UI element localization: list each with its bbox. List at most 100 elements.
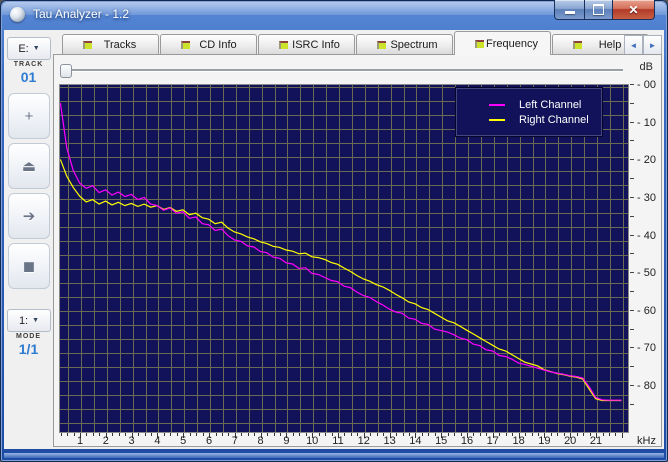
slider-track[interactable] [62, 69, 623, 72]
x-minor-tick [138, 433, 140, 436]
x-minor-tick [370, 433, 372, 436]
chart-canvas [60, 85, 628, 432]
x-minor-tick [344, 433, 346, 436]
tab-indicator-icon [181, 41, 190, 49]
x-minor-tick [583, 433, 585, 436]
mode-label: MODE [16, 333, 41, 340]
legend-line-sample [489, 103, 505, 106]
tab-spectrum[interactable]: Spectrum [356, 34, 453, 55]
tab-label: Tracks [103, 39, 137, 51]
tab-frequency[interactable]: Frequency [454, 31, 551, 55]
next-button[interactable]: ➔ [8, 193, 50, 239]
x-minor-tick [163, 433, 165, 436]
drive-selector[interactable]: E: ▼ [7, 37, 51, 60]
x-minor-tick [267, 433, 269, 436]
tab-indicator-icon [475, 39, 484, 48]
x-tick-label: 5 [180, 435, 187, 447]
x-tick-label: 17 [486, 435, 499, 447]
tab-tracks[interactable]: Tracks [62, 34, 159, 55]
x-minor-tick [86, 433, 88, 436]
x-tick-label: 11 [332, 435, 344, 447]
eject-icon: ⏏ [21, 158, 37, 175]
tab-label: Frequency [486, 37, 538, 50]
x-tick [621, 433, 623, 438]
zoom-slider[interactable] [60, 63, 625, 78]
y-axis-unit-label: dB [639, 61, 653, 73]
window-content: E: ▼ TRACK 01 + ⏏ ➔ ◼ 1: ▼ MODE 1/1 Tracks C… [4, 30, 664, 449]
x-minor-tick [247, 433, 249, 436]
plot-background [60, 85, 628, 432]
x-minor-tick [531, 433, 533, 436]
drive-selector-value: E: [18, 42, 29, 55]
x-minor-tick [118, 433, 120, 436]
x-minor-tick [170, 433, 172, 436]
x-minor-tick [92, 433, 94, 436]
x-tick-label: 8 [257, 435, 264, 447]
x-minor-tick [447, 433, 449, 436]
x-minor-tick [99, 433, 101, 436]
maximize-icon [593, 4, 604, 15]
x-tick-label: 15 [435, 435, 448, 447]
stop-button[interactable]: ◼ [8, 243, 50, 289]
mode-selector[interactable]: 1: ▼ [7, 309, 51, 332]
x-minor-tick [280, 433, 281, 436]
close-icon: ✕ [628, 2, 639, 17]
window-bottom-border [4, 453, 664, 458]
x-minor-tick [241, 433, 243, 436]
chevron-down-icon: ▼ [32, 45, 40, 52]
tab-indicator-icon [573, 41, 582, 49]
tab-scroll-left-button[interactable]: ◄ [624, 35, 643, 55]
chevron-down-icon: ▼ [32, 317, 40, 324]
window-title: Tau Analyzer - 1.2 [33, 7, 130, 21]
track-number: 01 [20, 69, 37, 85]
tab-indicator-icon [377, 41, 386, 49]
add-button[interactable]: + [8, 93, 50, 139]
x-tick-label: 12 [357, 435, 370, 447]
x-tick-label: 20 [564, 435, 577, 447]
minimize-icon [564, 11, 575, 14]
eject-button[interactable]: ⏏ [8, 143, 50, 189]
x-minor-tick [505, 433, 507, 436]
x-minor-tick [176, 433, 178, 436]
legend-entry: Right Channel [457, 114, 601, 126]
x-minor-tick [73, 433, 75, 436]
tab-isrc-info[interactable]: ISRC Info [258, 34, 355, 55]
x-tick-label: 7 [231, 435, 238, 447]
tab-cd-info[interactable]: CD Info [160, 34, 257, 55]
x-minor-tick [202, 433, 204, 436]
sidebar: E: ▼ TRACK 01 + ⏏ ➔ ◼ 1: ▼ MODE 1/1 [4, 30, 53, 449]
title-bar[interactable]: Tau Analyzer - 1.2 ✕ [0, 0, 668, 30]
tab-indicator-icon [279, 41, 288, 49]
x-minor-tick [299, 433, 301, 436]
y-axis: - 00- 10- 20- 30- 40- 50- 60- 70- 80 [630, 79, 662, 433]
frequency-tab-page: dB Left Channel Right Channel - 00- 10- 2… [53, 54, 662, 447]
slider-thumb[interactable] [60, 64, 72, 78]
x-minor-tick [396, 433, 398, 436]
x-tick-label: 9 [283, 435, 290, 447]
x-minor-tick [576, 433, 578, 436]
tab-scroll-buttons: ◄ ► [624, 35, 662, 55]
tab-indicator-icon [83, 41, 92, 49]
close-button[interactable]: ✕ [613, 0, 655, 20]
minimize-button[interactable] [554, 0, 585, 20]
maximize-button[interactable] [585, 0, 613, 20]
x-minor-tick [189, 433, 191, 436]
tab-label: Spectrum [390, 39, 438, 51]
x-minor-tick [615, 433, 617, 436]
arrow-right-icon: ► [648, 40, 657, 50]
x-tick-label: 10 [306, 435, 319, 447]
tab-scroll-right-button[interactable]: ► [643, 35, 662, 55]
x-minor-tick [67, 433, 69, 436]
x-minor-tick [325, 433, 327, 436]
x-minor-tick [550, 433, 552, 436]
x-minor-tick [428, 433, 430, 436]
x-minor-tick [221, 433, 223, 436]
chart-legend: Left Channel Right Channel [456, 88, 602, 136]
x-tick-label: 18 [512, 435, 525, 447]
x-minor-tick [525, 433, 527, 436]
legend-line-sample [489, 118, 505, 121]
x-minor-tick [228, 433, 230, 436]
x-axis-unit-label: kHz [637, 435, 656, 447]
stop-icon: ◼ [22, 258, 36, 275]
x-minor-tick [421, 433, 423, 436]
